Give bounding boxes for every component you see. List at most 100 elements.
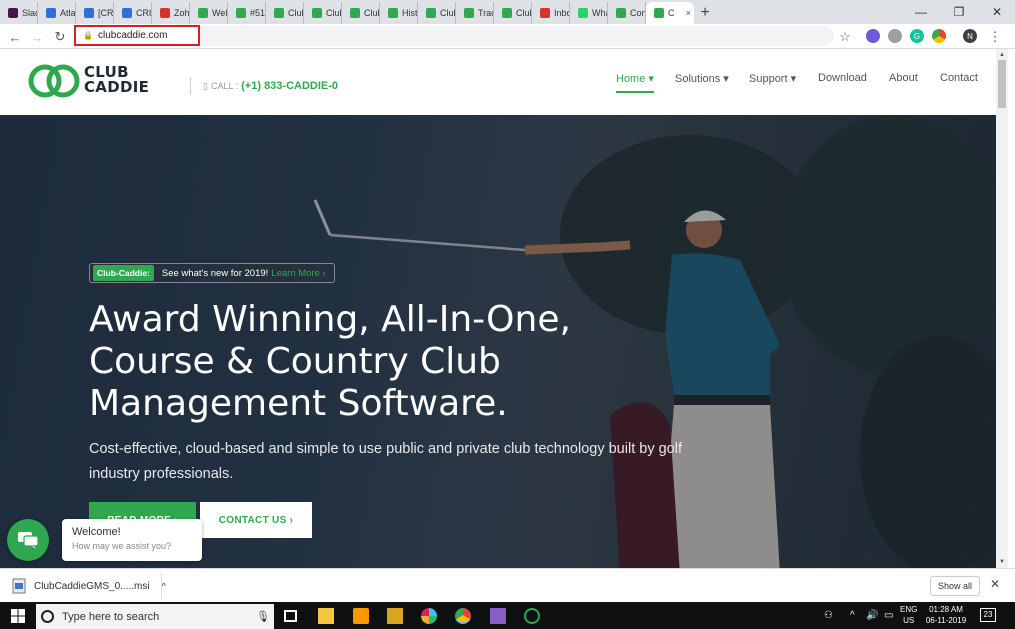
tab-label: [CR8 [98,8,114,18]
nav-about[interactable]: About [889,72,918,84]
maximize-button[interactable]: ❐ [940,0,978,24]
back-icon[interactable]: ← [6,28,24,46]
forward-icon[interactable]: → [28,28,46,46]
browser-tab[interactable]: [CR8 [76,2,114,24]
contact-us-button[interactable]: CONTACT US › [200,502,312,538]
whats-new-badge[interactable]: Club-Caddie: See what's new for 2019! Le… [89,263,335,283]
tab-label: Track [478,8,493,18]
browser-tab[interactable]: Zoho [152,2,190,24]
search-icon [41,610,54,623]
phone-icon: ▯ [203,80,208,91]
chevron-up-icon[interactable]: ^ [162,581,166,591]
browser-tab[interactable]: Inbo [532,2,570,24]
windows-start-icon[interactable] [11,609,25,623]
chat-title: Welcome! [72,526,121,538]
tab-favicon-icon [616,8,626,18]
tab-favicon-icon [46,8,56,18]
notification-center-icon[interactable]: 23 [980,608,996,622]
extension-icon[interactable] [866,29,880,43]
system-clock[interactable]: 01:28 AM 06-11-2019 [924,604,968,626]
club-caddie-logo-icon[interactable] [28,61,80,101]
tab-favicon-icon [312,8,322,18]
tab-favicon-icon [350,8,360,18]
extension-icon[interactable] [888,29,902,43]
browser-tab[interactable]: C × [646,2,694,24]
tab-label: Atlas [60,8,76,18]
browser-tab[interactable]: Histo [380,2,418,24]
page-scrollbar-thumb[interactable] [998,60,1006,108]
taskbar-search-box[interactable]: Type here to search 🎙 [36,604,274,629]
minimize-button[interactable]: — [902,0,940,24]
browser-tab[interactable]: Club [494,2,532,24]
bookmark-star-icon[interactable]: ☆ [836,28,854,46]
browser-tab[interactable]: #518 [228,2,266,24]
tab-label: Club [364,8,379,18]
url-text: clubcaddie.com [97,30,168,41]
nav-download[interactable]: Download [818,72,867,84]
nav-support[interactable]: Support ▾ [749,72,796,85]
nav-contact[interactable]: Contact [940,72,978,84]
volume-icon[interactable]: 🔊 [866,610,878,621]
logo-wordmark[interactable]: CLUB CADDIE [84,65,149,95]
new-tab-button[interactable]: + [694,2,716,24]
sublime-text-icon[interactable] [353,608,369,624]
grammarly-icon[interactable]: G [910,29,924,43]
browser-tab[interactable]: Club [304,2,342,24]
tab-label: Club [288,8,303,18]
club-caddie-app-icon[interactable] [524,608,540,624]
browser-tab[interactable]: Welc [190,2,228,24]
slack-app-icon[interactable] [421,608,437,624]
lock-icon: 🔒 [83,31,93,40]
chat-launcher-button[interactable] [7,519,49,561]
browser-tab[interactable]: CR8 [114,2,152,24]
headline-line-3: Management Software. [89,383,508,424]
reload-icon[interactable]: ↻ [51,28,69,46]
people-icon[interactable]: ⚇ [824,610,833,621]
page-scrollbar[interactable] [996,49,1008,568]
tab-label: Club [326,8,341,18]
browser-tab[interactable]: Club [266,2,304,24]
network-icon[interactable]: ▭ [884,610,893,621]
show-all-button[interactable]: Show all [930,576,980,596]
visual-studio-icon[interactable] [490,608,506,624]
close-tab-icon[interactable]: × [686,8,691,18]
call-label: CALL : [210,81,239,91]
address-bar[interactable]: 🔒 clubcaddie.com [74,25,200,46]
browser-tab[interactable]: Cont [608,2,646,24]
download-bar: ClubCaddieGMS_0.....msi ^ Show all ✕ [0,568,1015,602]
browser-tab[interactable]: Atlas [38,2,76,24]
browser-tab[interactable]: Track [456,2,494,24]
language-indicator[interactable]: ENG US [900,604,917,626]
browser-tab[interactable]: Club [418,2,456,24]
tab-favicon-icon [198,8,208,18]
chat-welcome-bubble[interactable]: Welcome! How may we assist you? [62,519,202,561]
close-window-button[interactable]: ✕ [978,0,1015,24]
nav-solutions[interactable]: Solutions ▾ [675,72,729,85]
hero-headline: Award Winning, All-In-One, Course & Coun… [89,299,649,425]
browser-tab[interactable]: What [570,2,608,24]
scroll-down-icon[interactable]: ▼ [999,559,1005,565]
file-explorer-icon[interactable] [318,608,334,624]
menu-icon[interactable]: ⋮ [986,28,1004,46]
close-download-bar-icon[interactable]: ✕ [990,577,1000,591]
microphone-icon[interactable]: 🎙 [256,610,270,623]
tab-label: Inbo [554,8,570,18]
paint-icon[interactable] [387,608,403,624]
profile-avatar[interactable]: N [963,29,977,43]
chrome-app-icon[interactable] [455,608,471,624]
chevron-up-tray-icon[interactable]: ^ [850,610,855,621]
scroll-up-icon[interactable]: ▲ [999,52,1005,58]
call-number[interactable]: (+1) 833-CADDIE-0 [241,80,338,92]
browser-tab[interactable]: Slack [0,2,38,24]
nav-home[interactable]: Home ▾ [616,72,654,93]
learn-more-link[interactable]: Learn More › [271,268,325,279]
download-item[interactable]: ClubCaddieGMS_0.....msi ^ [12,578,166,594]
tab-favicon-icon [388,8,398,18]
task-view-icon[interactable] [284,610,297,622]
site-header: CLUB CADDIE ▯ CALL : (+1) 833-CADDIE-0 H… [0,49,996,115]
browser-tab[interactable]: Club [342,2,380,24]
tab-label: Histo [402,8,418,18]
hero-section: Club-Caddie: See what's new for 2019! Le… [0,115,996,568]
chrome-extension-icon[interactable] [932,29,946,43]
tab-favicon-icon [654,8,664,18]
